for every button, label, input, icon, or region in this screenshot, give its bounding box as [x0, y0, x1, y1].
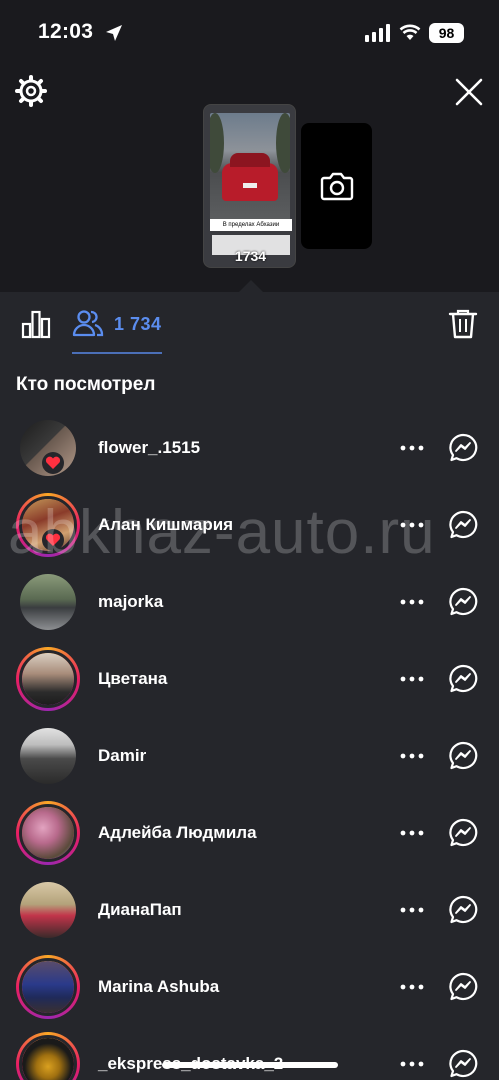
add-story-camera-card[interactable]	[301, 123, 372, 249]
gear-icon[interactable]	[14, 74, 48, 108]
avatar[interactable]	[16, 647, 80, 711]
messenger-icon[interactable]	[448, 818, 478, 848]
story-caption: В пределах Абхазии	[210, 219, 292, 231]
more-icon[interactable]	[398, 592, 426, 612]
more-icon[interactable]	[398, 900, 426, 920]
list-item[interactable]: _ekspress_dostavka_2	[0, 1026, 499, 1080]
viewer-username[interactable]: majorka	[98, 592, 163, 612]
viewer-username[interactable]: flower_.1515	[98, 438, 200, 458]
story-thumbnail[interactable]: В пределах Абхазии 1734	[203, 104, 296, 268]
viewer-username[interactable]: Алан Кишмария	[98, 515, 233, 535]
more-icon[interactable]	[398, 515, 426, 535]
viewers-count: 1 734	[114, 314, 162, 334]
list-item[interactable]: Адлейба Людмила	[0, 795, 499, 872]
close-icon[interactable]	[453, 76, 485, 108]
messenger-icon[interactable]	[448, 510, 478, 540]
viewers-section-title: Кто посмотрел	[16, 374, 156, 395]
viewer-username[interactable]: Адлейба Людмила	[98, 823, 257, 843]
list-item[interactable]: Алан Кишмария	[0, 487, 499, 564]
car-image	[222, 153, 278, 201]
tab-viewers[interactable]: 1 734	[72, 304, 162, 354]
location-arrow-icon	[106, 25, 122, 41]
camera-icon	[320, 172, 354, 201]
viewer-username[interactable]: Цветана	[98, 669, 167, 689]
home-indicator[interactable]	[162, 1062, 338, 1068]
messenger-icon[interactable]	[448, 664, 478, 694]
avatar[interactable]	[16, 801, 80, 865]
avatar[interactable]	[16, 1032, 80, 1080]
selected-story-pointer	[239, 280, 263, 292]
viewer-username[interactable]: Damir	[98, 746, 146, 766]
more-icon[interactable]	[398, 438, 426, 458]
avatar[interactable]	[16, 724, 80, 788]
list-item[interactable]: Цветана	[0, 641, 499, 718]
list-item[interactable]: ДианаПап	[0, 872, 499, 949]
wifi-icon	[399, 24, 421, 40]
messenger-icon[interactable]	[448, 1049, 478, 1079]
messenger-icon[interactable]	[448, 587, 478, 617]
more-icon[interactable]	[398, 669, 426, 689]
list-item[interactable]: Damir	[0, 718, 499, 795]
story-tab-bar: 1 734	[0, 292, 499, 356]
more-icon[interactable]	[398, 746, 426, 766]
more-icon[interactable]	[398, 823, 426, 843]
battery-indicator: 98	[429, 23, 464, 43]
list-item[interactable]: Marina Ashuba	[0, 949, 499, 1026]
avatar[interactable]	[16, 878, 80, 942]
list-item[interactable]: majorka	[0, 564, 499, 641]
status-bar: 12:03 98	[0, 0, 499, 64]
messenger-icon[interactable]	[448, 433, 478, 463]
messenger-icon[interactable]	[448, 741, 478, 771]
list-item[interactable]: flower_.1515	[0, 410, 499, 487]
messenger-icon[interactable]	[448, 972, 478, 1002]
people-icon	[72, 310, 104, 337]
avatar[interactable]	[16, 955, 80, 1019]
more-icon[interactable]	[398, 1054, 426, 1074]
more-icon[interactable]	[398, 977, 426, 997]
avatar[interactable]	[16, 570, 80, 634]
heart-icon	[42, 452, 64, 474]
messenger-icon[interactable]	[448, 895, 478, 925]
bar-chart-icon[interactable]	[20, 308, 52, 340]
heart-icon	[42, 529, 64, 551]
status-time: 12:03	[38, 20, 94, 43]
signal-icon	[365, 24, 390, 42]
story-preview-area: 12:03 98 В пределах Абхазии 1734	[0, 0, 499, 292]
story-photo	[210, 113, 290, 221]
viewer-username[interactable]: Marina Ashuba	[98, 977, 219, 997]
trash-icon[interactable]	[448, 308, 478, 340]
viewer-username[interactable]: ДианаПап	[98, 900, 182, 920]
story-viewers-overlay: 1734	[234, 248, 267, 264]
